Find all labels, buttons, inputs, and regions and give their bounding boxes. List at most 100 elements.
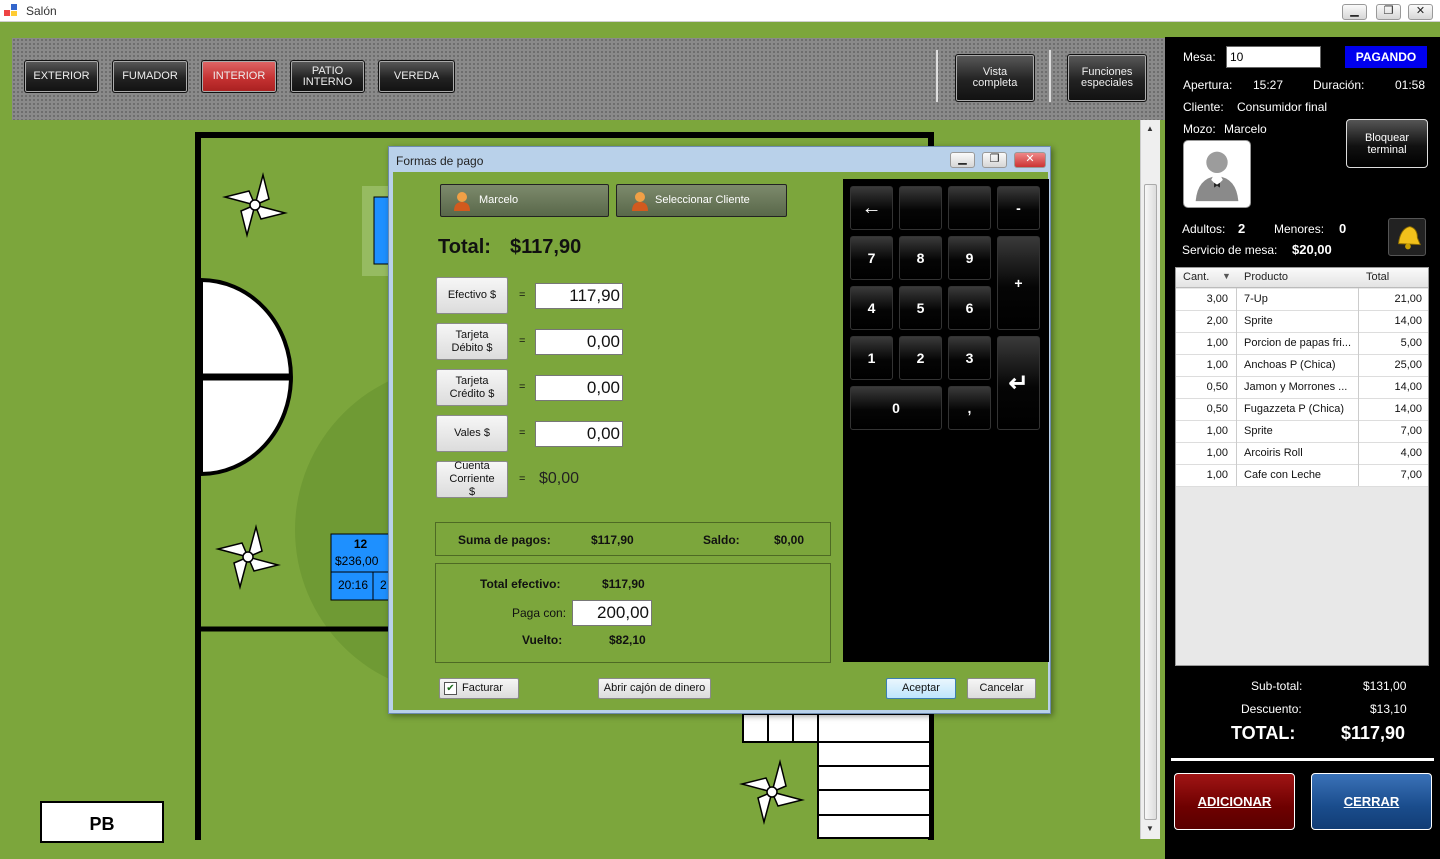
zone-tab-exterior[interactable]: EXTERIOR	[24, 60, 99, 93]
vales-input[interactable]: 0,00	[535, 421, 623, 447]
table-row[interactable]: 1,00 Sprite 7,00	[1176, 421, 1428, 443]
keypad-8[interactable]: 8	[899, 236, 942, 280]
keypad-blank[interactable]	[899, 186, 942, 230]
floor-scrollbar[interactable]: ▲ ▼	[1140, 120, 1160, 839]
col-cant[interactable]: Cant.	[1183, 271, 1209, 283]
row-cant: 1,00	[1206, 337, 1228, 349]
table-header: Cant. ▼ Producto Total	[1176, 268, 1428, 288]
tarjeta-debito-button[interactable]: Tarjeta Débito $	[436, 323, 508, 360]
vales-button[interactable]: Vales $	[436, 415, 508, 452]
status-badge: PAGANDO	[1345, 46, 1427, 68]
keypad-enter[interactable]: ↵	[997, 336, 1040, 430]
table-12-time[interactable]: 20:16	[333, 578, 373, 592]
zone-tab-vereda[interactable]: VEREDA	[378, 60, 455, 93]
zone-tab-interior[interactable]: INTERIOR	[201, 60, 277, 93]
keypad-3[interactable]: 3	[948, 336, 991, 380]
floor-level-label: PB	[89, 814, 115, 834]
cuenta-corriente-value: $0,00	[539, 470, 580, 487]
keypad-5[interactable]: 5	[899, 286, 942, 330]
keypad-6[interactable]: 6	[948, 286, 991, 330]
table-row[interactable]: 1,00 Arcoiris Roll 4,00	[1176, 443, 1428, 465]
facturar-checkbox[interactable]: ✔ Facturar	[439, 678, 519, 699]
scroll-down-icon[interactable]: ▼	[1146, 824, 1154, 833]
row-cant: 3,00	[1206, 293, 1228, 305]
table-row[interactable]: 1,00 Cafe con Leche 7,00	[1176, 465, 1428, 487]
scroll-thumb[interactable]	[1144, 184, 1157, 820]
keypad-backspace[interactable]: ←	[850, 186, 893, 230]
restore-button[interactable]: ❐	[1376, 4, 1401, 20]
table-row[interactable]: 2,00 Sprite 14,00	[1176, 311, 1428, 333]
dialog-minimize-button[interactable]: ▁	[950, 152, 975, 168]
keypad-2[interactable]: 2	[899, 336, 942, 380]
keypad-decimal[interactable]: ,	[948, 386, 991, 430]
dialog-close-button[interactable]: ✕	[1014, 152, 1046, 168]
dialog-body: Marcelo Seleccionar Cliente Total: $117,…	[393, 172, 1049, 710]
paga-con-input[interactable]: 200,00	[572, 600, 652, 626]
dialog-maximize-button[interactable]: ❐	[982, 152, 1007, 168]
keypad-plus[interactable]: +	[997, 236, 1040, 330]
paga-con-label: Paga con:	[512, 606, 567, 620]
keypad-0[interactable]: 0	[850, 386, 942, 430]
col-total[interactable]: Total	[1366, 271, 1389, 283]
toolbar-separator	[1049, 50, 1051, 102]
row-total: 14,00	[1394, 315, 1422, 327]
row-cant: 1,00	[1206, 469, 1228, 481]
zone-toolbar: EXTERIOR FUMADOR INTERIOR PATIO INTERNO …	[12, 38, 1165, 120]
minimize-button[interactable]: ▁	[1342, 4, 1367, 20]
row-total: 25,00	[1394, 359, 1422, 371]
zone-tab-patio-interno[interactable]: PATIO INTERNO	[290, 60, 365, 93]
close-button[interactable]: ✕	[1408, 4, 1433, 20]
checkbox-check-icon[interactable]: ✔	[444, 682, 457, 695]
dialog-total-value: $117,90	[510, 236, 582, 258]
row-total: 4,00	[1400, 447, 1422, 459]
aceptar-button[interactable]: Aceptar	[886, 678, 956, 699]
facturar-label: Facturar	[462, 682, 503, 694]
order-items-table[interactable]: Cant. ▼ Producto Total 3,00 7-Up 21,00 2…	[1175, 267, 1429, 666]
table-row[interactable]: 3,00 7-Up 21,00	[1176, 289, 1428, 311]
cliente-value: Consumidor final	[1237, 100, 1328, 114]
servicio-value: $20,00	[1292, 242, 1332, 257]
cerrar-button[interactable]: CERRAR	[1311, 773, 1432, 830]
descuento-label: Descuento:	[1241, 702, 1302, 716]
window-title: Salón	[26, 4, 57, 18]
keypad-1[interactable]: 1	[850, 336, 893, 380]
bloquear-terminal-button[interactable]: Bloquear terminal	[1346, 119, 1428, 168]
tarjeta-credito-input[interactable]: 0,00	[535, 375, 623, 401]
scroll-up-icon[interactable]: ▲	[1146, 124, 1154, 133]
table-12-number[interactable]: 12	[331, 537, 390, 551]
efectivo-button[interactable]: Efectivo $	[436, 277, 508, 314]
funciones-especiales-button[interactable]: Funciones especiales	[1067, 54, 1147, 102]
row-producto: Sprite	[1244, 315, 1273, 327]
keypad-4[interactable]: 4	[850, 286, 893, 330]
seleccionar-cliente-button[interactable]: Seleccionar Cliente	[616, 184, 787, 217]
adicionar-button[interactable]: ADICIONAR	[1174, 773, 1295, 830]
col-producto[interactable]: Producto	[1244, 271, 1288, 283]
row-cant: 2,00	[1206, 315, 1228, 327]
row-total: 21,00	[1394, 293, 1422, 305]
tarjeta-credito-button[interactable]: Tarjeta Crédito $	[436, 369, 508, 406]
tarjeta-debito-input[interactable]: 0,00	[535, 329, 623, 355]
keypad-9[interactable]: 9	[948, 236, 991, 280]
abrir-cajon-button[interactable]: Abrir cajón de dinero	[598, 678, 711, 699]
row-total: 14,00	[1394, 381, 1422, 393]
cuenta-corriente-button[interactable]: Cuenta Corriente $	[436, 460, 508, 498]
table-12-amount[interactable]: $236,00	[335, 554, 390, 568]
duracion-value: 01:58	[1395, 78, 1426, 92]
keypad-minus[interactable]: -	[997, 186, 1040, 230]
table-row[interactable]: 0,50 Jamon y Morrones ... 14,00	[1176, 377, 1428, 399]
efectivo-input[interactable]: 117,90	[535, 283, 623, 309]
mesa-input[interactable]: 10	[1226, 46, 1321, 68]
table-row[interactable]: 1,00 Anchoas P (Chica) 25,00	[1176, 355, 1428, 377]
vuelto-value: $82,10	[609, 633, 646, 647]
keypad-7[interactable]: 7	[850, 236, 893, 280]
mozo-button[interactable]: Marcelo	[440, 184, 609, 217]
table-row[interactable]: 0,50 Fugazzeta P (Chica) 14,00	[1176, 399, 1428, 421]
row-total: 5,00	[1400, 337, 1422, 349]
bell-icon[interactable]	[1388, 218, 1426, 256]
zone-tab-fumador[interactable]: FUMADOR	[112, 60, 188, 93]
keypad-blank[interactable]	[948, 186, 991, 230]
cancelar-button[interactable]: Cancelar	[967, 678, 1036, 699]
duracion-label: Duración:	[1313, 78, 1365, 92]
table-row[interactable]: 1,00 Porcion de papas fri... 5,00	[1176, 333, 1428, 355]
vista-completa-button[interactable]: Vista completa	[955, 54, 1035, 102]
